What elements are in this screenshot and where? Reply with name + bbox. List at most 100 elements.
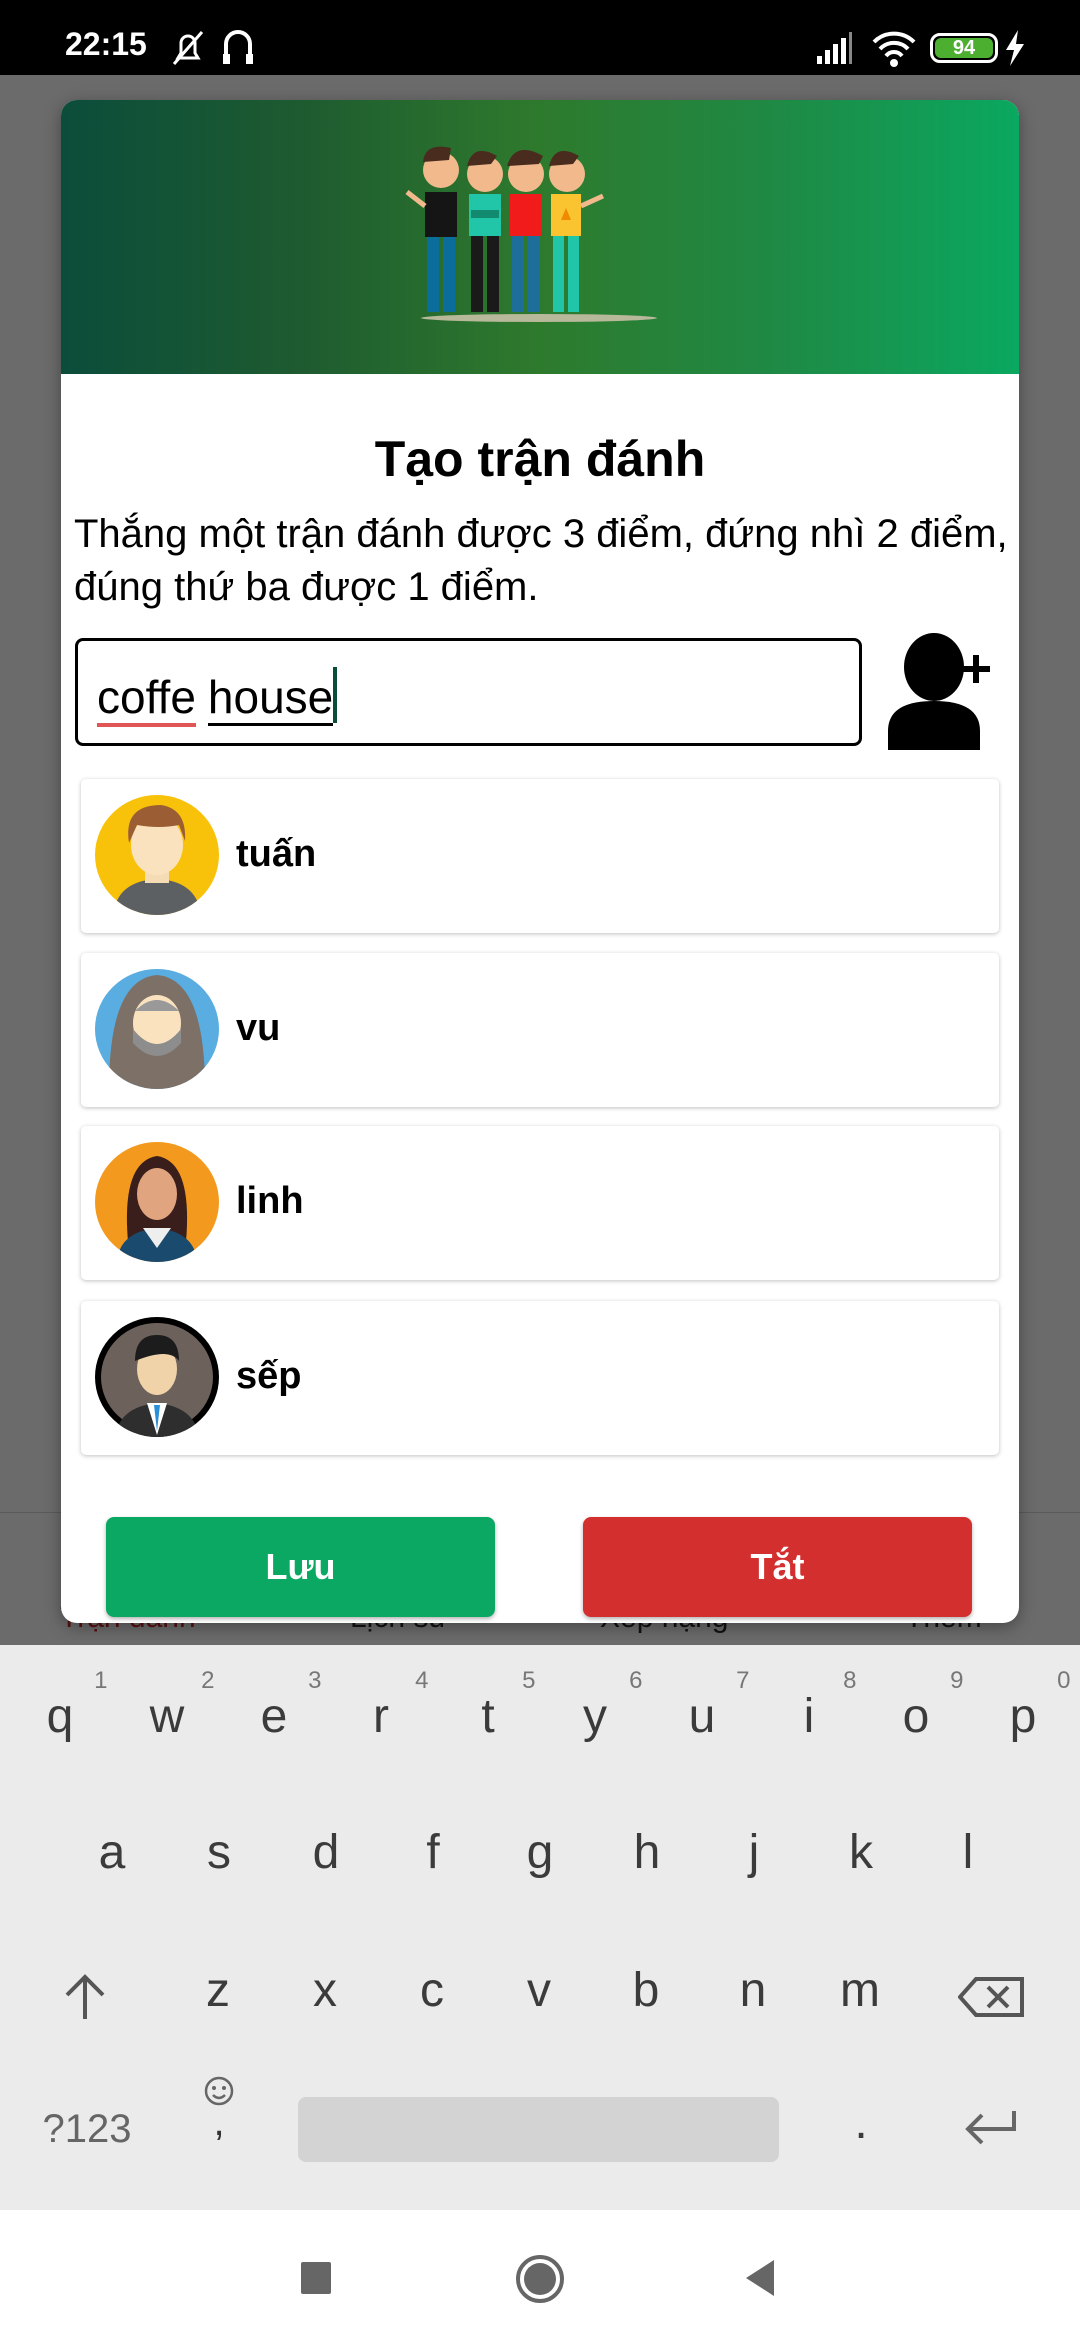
key-p[interactable]: p0: [970, 1667, 1077, 1744]
key-label: i: [803, 1690, 815, 1743]
key-label: d: [312, 1826, 340, 1879]
space-key[interactable]: [298, 2097, 779, 2162]
clock: 22:15: [65, 26, 147, 62]
comma-label: ,: [213, 2100, 225, 2144]
key-w[interactable]: w2: [114, 1667, 221, 1744]
person-4: [549, 150, 585, 312]
player-name: vu: [236, 1007, 281, 1049]
player-card-vu[interactable]: vu: [81, 953, 999, 1107]
player-card-tuan[interactable]: tuấn: [81, 779, 999, 933]
key-number-hint: 0: [1057, 1667, 1071, 1694]
key-label: w: [149, 1690, 185, 1743]
enter-icon[interactable]: [964, 2107, 1020, 2147]
player-card-sep[interactable]: sếp: [81, 1301, 999, 1455]
input-word-composing: house: [207, 671, 334, 726]
emoji-comma-key[interactable]: ,: [196, 2075, 242, 2144]
key-label: o: [902, 1690, 930, 1743]
key-label: f: [426, 1826, 440, 1879]
keyboard: ?123 , . q1w2e3r4t5y6u7i8o9p0asdfghjklzx…: [0, 1645, 1080, 2210]
key-number-hint: 2: [201, 1667, 215, 1694]
key-j[interactable]: j: [701, 1825, 808, 1880]
key-h[interactable]: h: [594, 1825, 701, 1880]
key-number-hint: 5: [522, 1667, 536, 1694]
battery-level: 94: [935, 38, 993, 58]
symbols-key[interactable]: ?123: [34, 2107, 141, 2152]
input-word-misspelled: coffe: [97, 671, 196, 727]
player-card-linh[interactable]: linh: [81, 1126, 999, 1280]
key-k[interactable]: k: [808, 1825, 915, 1880]
key-i[interactable]: i8: [756, 1667, 863, 1744]
key-label: m: [840, 1964, 880, 2017]
key-a[interactable]: a: [59, 1825, 166, 1880]
key-z[interactable]: z: [165, 1963, 272, 2018]
match-name-input[interactable]: coffe house: [75, 638, 862, 746]
save-button[interactable]: Lưu: [106, 1517, 495, 1617]
key-label: j: [748, 1826, 760, 1879]
person-1: [423, 146, 459, 312]
key-label: q: [46, 1690, 74, 1743]
period-key[interactable]: .: [808, 2095, 915, 2150]
status-bar: 22:15 94: [0, 0, 1080, 75]
add-user-icon[interactable]: [886, 633, 998, 750]
key-label: e: [260, 1690, 288, 1743]
key-q[interactable]: q1: [7, 1667, 114, 1744]
key-number-hint: 6: [629, 1667, 643, 1694]
key-label: u: [688, 1690, 716, 1743]
key-t[interactable]: t5: [435, 1667, 542, 1744]
dialog-title: Tạo trận đánh: [374, 431, 706, 487]
signal-icon: [817, 32, 852, 64]
key-label: v: [527, 1964, 551, 2017]
player-name: sếp: [236, 1355, 302, 1397]
key-n[interactable]: n: [700, 1963, 807, 2018]
create-match-dialog: Tạo trận đánh Thắng một trận đánh được 3…: [61, 100, 1019, 1623]
backspace-icon[interactable]: [958, 1975, 1026, 2019]
key-e[interactable]: e3: [221, 1667, 328, 1744]
key-s[interactable]: s: [166, 1825, 273, 1880]
avatar-tuan: [95, 795, 219, 915]
back-icon[interactable]: [744, 2258, 776, 2298]
header-banner: [61, 100, 1019, 374]
bell-off-icon: [172, 31, 204, 65]
key-label: g: [526, 1826, 554, 1879]
key-number-hint: 1: [94, 1667, 108, 1694]
key-label: z: [206, 1964, 230, 2017]
avatar-vu: [95, 969, 219, 1089]
avatar-linh: [95, 1142, 219, 1262]
key-label: a: [98, 1826, 126, 1879]
battery-icon: 94: [930, 33, 998, 63]
key-label: s: [207, 1826, 231, 1879]
key-number-hint: 7: [736, 1667, 750, 1694]
key-m[interactable]: m: [807, 1963, 914, 2018]
home-icon[interactable]: [515, 2254, 565, 2304]
key-label: n: [739, 1964, 767, 2017]
key-l[interactable]: l: [915, 1825, 1022, 1880]
key-r[interactable]: r4: [328, 1667, 435, 1744]
key-v[interactable]: v: [486, 1963, 593, 2018]
key-number-hint: 3: [308, 1667, 322, 1694]
key-g[interactable]: g: [487, 1825, 594, 1880]
key-y[interactable]: y6: [542, 1667, 649, 1744]
text-caret: [333, 667, 338, 723]
close-button[interactable]: Tắt: [583, 1517, 972, 1617]
wifi-icon: [872, 31, 916, 67]
key-f[interactable]: f: [380, 1825, 487, 1880]
key-label: c: [420, 1964, 444, 2017]
friends-group-illustration: [405, 146, 657, 322]
person-2: [467, 150, 503, 312]
key-number-hint: 4: [415, 1667, 429, 1694]
key-o[interactable]: o9: [863, 1667, 970, 1744]
shift-icon[interactable]: [62, 1973, 108, 2023]
headset-icon: [223, 30, 253, 64]
avatar-sep: [95, 1317, 219, 1437]
key-d[interactable]: d: [273, 1825, 380, 1880]
recents-icon[interactable]: [301, 2262, 331, 2294]
key-c[interactable]: c: [379, 1963, 486, 2018]
key-label: t: [481, 1690, 495, 1743]
person-3: [507, 149, 544, 312]
key-number-hint: 8: [843, 1667, 857, 1694]
scoring-description: Thắng một trận đánh được 3 điểm, đứng nh…: [74, 512, 1008, 609]
key-label: y: [583, 1690, 607, 1743]
key-b[interactable]: b: [593, 1963, 700, 2018]
key-x[interactable]: x: [272, 1963, 379, 2018]
key-u[interactable]: u7: [649, 1667, 756, 1744]
